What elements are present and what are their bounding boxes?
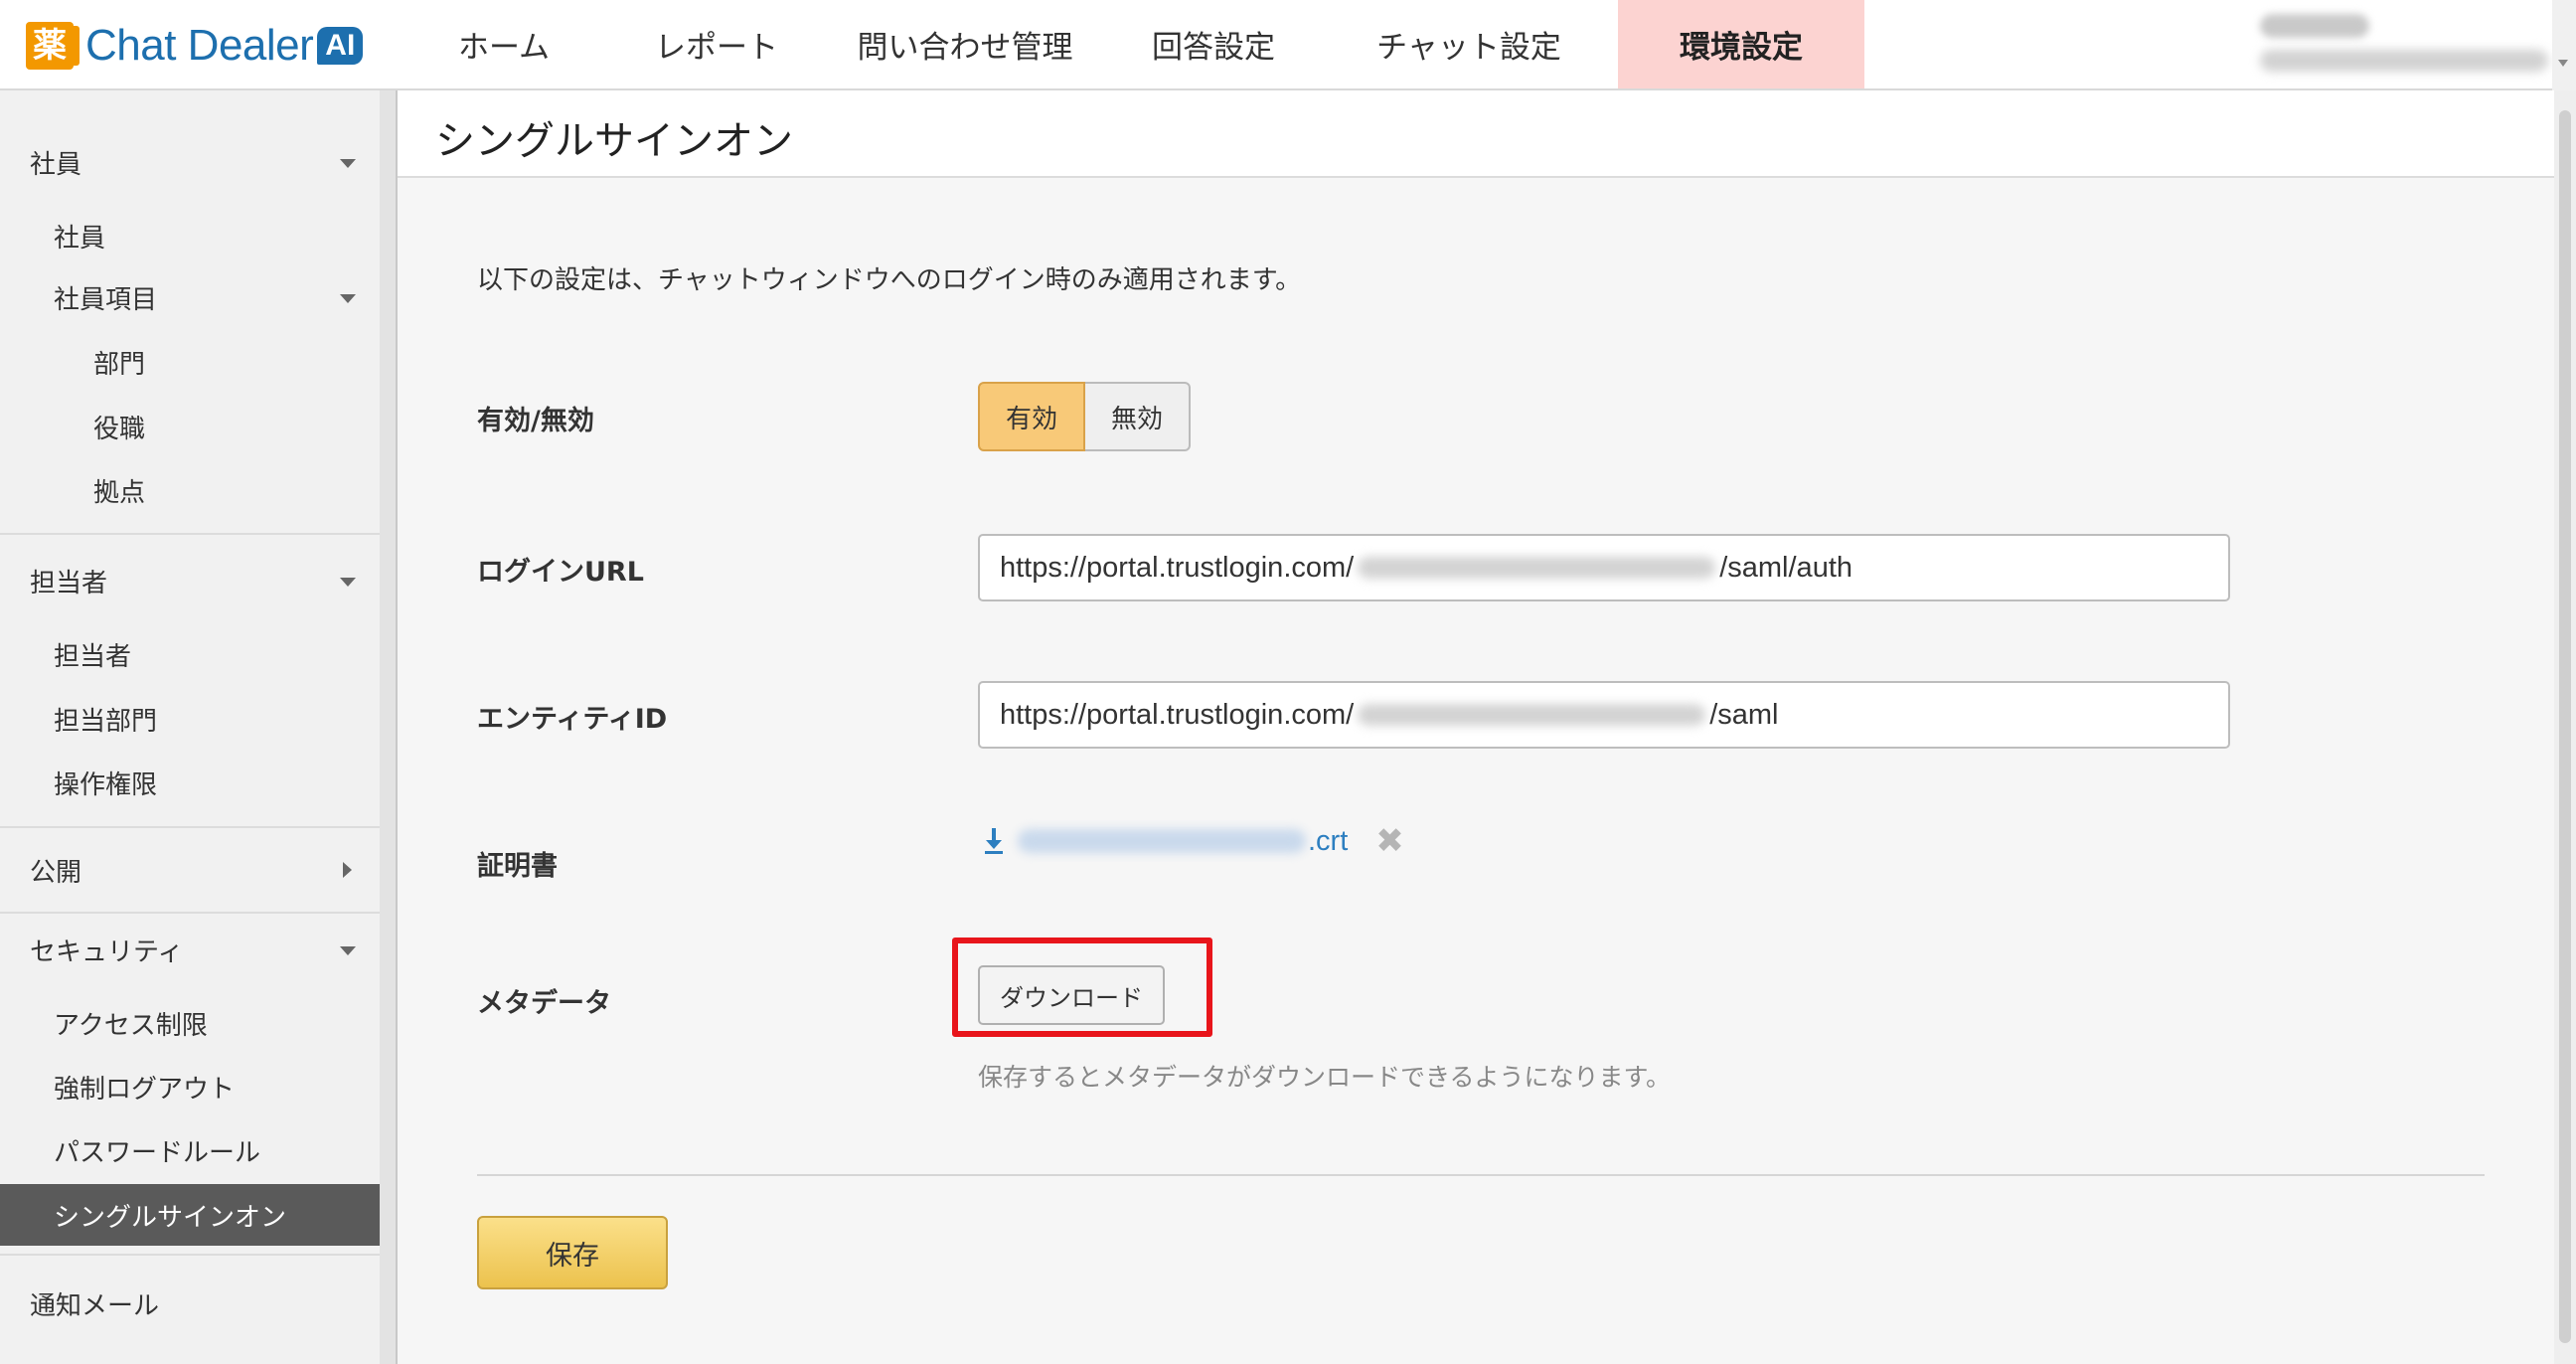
main-content: シングルサインオン 以下の設定は、チャットウィンドウへのログイン時のみ適用されま… <box>398 90 2554 1364</box>
sidebar-divider <box>0 533 380 535</box>
user-account-menu[interactable] <box>2256 10 2554 80</box>
sidebar-group-shain[interactable]: 社員 <box>0 136 380 188</box>
save-button[interactable]: 保存 <box>477 1216 668 1289</box>
highlight-box <box>952 938 1212 1037</box>
sidebar-item-force-logout[interactable]: 強制ログアウト <box>0 1061 380 1112</box>
page-description: 以下の設定は、チャットウィンドウへのログイン時のみ適用されます。 <box>477 265 1302 295</box>
nav-chat-settings[interactable]: チャット設定 <box>1320 0 1618 88</box>
page-scrollbar[interactable] <box>2554 90 2576 1364</box>
sidebar-group-koukai[interactable]: 公開 <box>0 844 380 896</box>
sidebar-item-bumon[interactable]: 部門 <box>0 336 380 388</box>
sidebar-group-tantousha[interactable]: 担当者 <box>0 555 380 606</box>
sidebar-item-label: パスワードルール <box>54 1137 261 1168</box>
certificate-filename-redacted[interactable] <box>1018 829 1306 853</box>
entity-id-suffix: /saml <box>1709 698 1779 731</box>
sidebar-group-notification-mail[interactable]: 通知メール <box>0 1278 380 1329</box>
entity-id-label: エンティティID <box>477 704 668 735</box>
sidebar-item-access-restriction[interactable]: アクセス制限 <box>0 997 380 1049</box>
metadata-help-text: 保存するとメタデータがダウンロードできるようになります。 <box>978 1063 1672 1092</box>
entity-id-redacted <box>1358 704 1706 726</box>
sidebar-item-yakushoku[interactable]: 役職 <box>0 401 380 452</box>
metadata-label: メタデータ <box>477 988 611 1019</box>
top-header: 薬 Chat Dealer AI ホーム レポート 問い合わせ管理 回答設定 チ… <box>0 0 2576 90</box>
sidebar-scrollbar[interactable] <box>380 90 396 1364</box>
sidebar-item-label: 拠点 <box>93 477 146 508</box>
nav-answer-settings[interactable]: 回答設定 <box>1107 0 1320 88</box>
enable-on-button[interactable]: 有効 <box>978 382 1085 451</box>
sidebar-item-password-rule[interactable]: パスワードルール <box>0 1124 380 1176</box>
nav-home[interactable]: ホーム <box>398 0 610 88</box>
sidebar-group-label: 公開 <box>30 857 82 888</box>
scroll-down-arrow-icon <box>2558 60 2568 67</box>
sidebar: 社員 社員 社員項目 部門 役職 拠点 担当者 担当者 担当部門 操作権限 公開… <box>0 90 380 1364</box>
sidebar-item-label: 役職 <box>93 414 146 444</box>
page-header: シングルサインオン <box>398 90 2554 178</box>
nav-inquiry[interactable]: 問い合わせ管理 <box>823 0 1107 88</box>
sidebar-item-tantou-bumon[interactable]: 担当部門 <box>0 693 380 745</box>
login-url-prefix: https://portal.trustlogin.com/ <box>1000 551 1355 584</box>
nav-report[interactable]: レポート <box>610 0 823 88</box>
sidebar-item-label: 担当者 <box>54 641 132 672</box>
page-title: シングルサインオン <box>435 118 793 164</box>
sidebar-item-shain-items[interactable]: 社員項目 <box>0 271 380 323</box>
sidebar-item-label: 強制ログアウト <box>54 1074 236 1105</box>
login-url-suffix: /saml/auth <box>1719 551 1853 584</box>
chevron-right-icon <box>343 862 352 878</box>
sidebar-group-label: 通知メール <box>30 1290 160 1321</box>
chevron-down-icon <box>340 946 356 955</box>
certificate-extension[interactable]: .crt <box>1308 825 1348 858</box>
main-nav: ホーム レポート 問い合わせ管理 回答設定 チャット設定 環境設定 <box>398 0 1864 88</box>
sidebar-item-label: 社員 <box>54 223 106 254</box>
user-name-redacted <box>2260 14 2369 38</box>
login-url-label: ログインURL <box>477 557 644 588</box>
user-company-redacted <box>2260 50 2548 72</box>
sidebar-item-sousa-kengen[interactable]: 操作権限 <box>0 757 380 808</box>
nav-environment-settings[interactable]: 環境設定 <box>1618 0 1864 88</box>
sidebar-divider <box>0 912 380 914</box>
entity-id-prefix: https://portal.trustlogin.com/ <box>1000 698 1355 731</box>
logo-mark-icon: 薬 <box>26 22 80 70</box>
logo-ai-badge: AI <box>317 27 364 65</box>
certificate-label: 証明書 <box>477 851 558 882</box>
top-scrollbar[interactable] <box>2552 0 2576 90</box>
sidebar-group-label: 社員 <box>30 149 82 180</box>
sidebar-item-single-sign-on[interactable]: シングルサインオン <box>0 1184 380 1246</box>
sidebar-item-tantousha[interactable]: 担当者 <box>0 628 380 680</box>
entity-id-field[interactable]: https://portal.trustlogin.com/ /saml <box>978 681 2230 749</box>
certificate-file: .crt ✖ <box>982 816 1404 866</box>
enable-toggle: 有効 無効 <box>978 382 1191 451</box>
page-scrollbar-thumb[interactable] <box>2559 110 2571 1343</box>
sidebar-item-kyoten[interactable]: 拠点 <box>0 464 380 516</box>
remove-certificate-icon[interactable]: ✖ <box>1375 821 1404 861</box>
sidebar-group-label: 担当者 <box>30 568 108 598</box>
sidebar-item-shain[interactable]: 社員 <box>0 210 380 261</box>
login-url-field[interactable]: https://portal.trustlogin.com/ /saml/aut… <box>978 534 2230 601</box>
form-divider <box>477 1174 2485 1176</box>
logo-text: Chat Dealer <box>85 21 314 70</box>
sidebar-item-label: 操作権限 <box>54 769 158 800</box>
sidebar-item-label: 部門 <box>93 349 146 380</box>
sidebar-group-security[interactable]: セキュリティ <box>0 924 380 975</box>
download-icon[interactable] <box>982 826 1006 856</box>
sidebar-item-label: 担当部門 <box>54 706 158 737</box>
sidebar-group-label: セキュリティ <box>30 937 184 967</box>
login-url-redacted <box>1358 557 1716 579</box>
sidebar-item-label: 社員項目 <box>54 284 158 315</box>
app-logo[interactable]: 薬 Chat Dealer AI <box>26 20 364 72</box>
enable-off-button[interactable]: 無効 <box>1085 382 1191 451</box>
sidebar-item-label: シングルサインオン <box>54 1202 287 1233</box>
sidebar-divider <box>0 826 380 828</box>
chevron-down-icon <box>340 159 356 168</box>
chevron-down-icon <box>340 578 356 587</box>
chevron-down-icon <box>340 294 356 303</box>
sidebar-divider <box>0 1254 380 1256</box>
sidebar-item-label: アクセス制限 <box>54 1010 208 1041</box>
enable-label: 有効/無効 <box>477 406 594 436</box>
